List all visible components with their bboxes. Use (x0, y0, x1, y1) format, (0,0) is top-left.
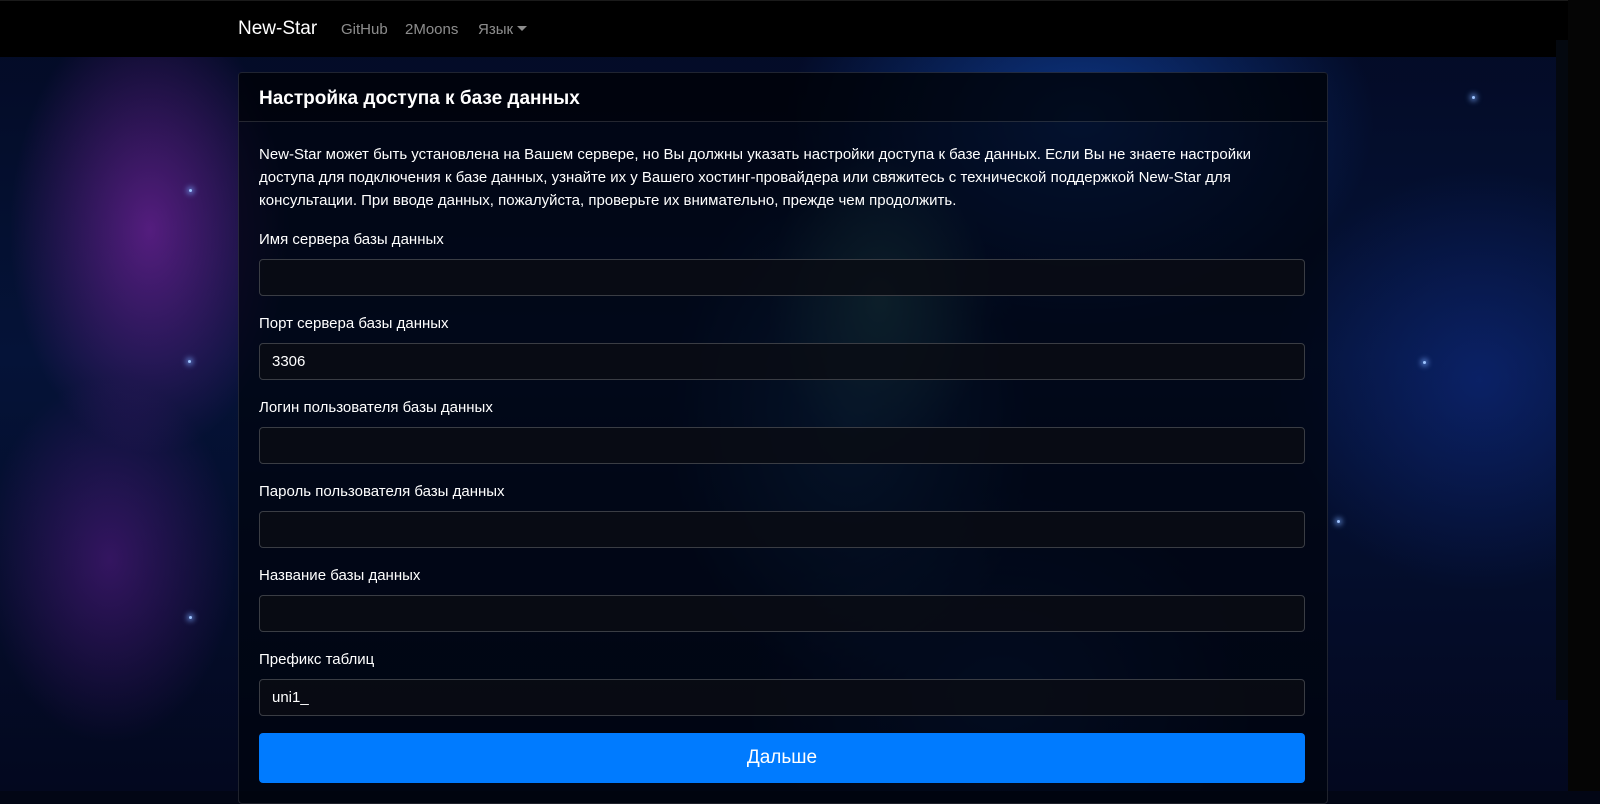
caret-down-icon (517, 26, 528, 31)
db-user-label: Логин пользователя базы данных (259, 399, 493, 416)
table-prefix-input[interactable] (259, 679, 1305, 716)
db-port-label: Порт сервера базы данных (259, 315, 449, 332)
language-dropdown[interactable]: Язык (478, 21, 528, 38)
db-password-label: Пароль пользователя базы данных (259, 483, 505, 500)
db-settings-card: Настройка доступа к базе данных New-Star… (238, 72, 1328, 804)
page-title: Настройка доступа к базе данных (259, 88, 580, 109)
table-prefix-label: Префикс таблиц (259, 651, 375, 668)
db-password-input[interactable] (259, 511, 1305, 548)
db-port-input[interactable] (259, 343, 1305, 380)
star-decoration (1337, 520, 1340, 523)
2moons-link[interactable]: 2Moons (405, 21, 458, 38)
star-decoration (1472, 96, 1475, 99)
intro-text: New-Star может быть установлена на Вашем… (259, 146, 1252, 209)
github-link[interactable]: GitHub (341, 21, 388, 38)
db-name-input[interactable] (259, 595, 1305, 632)
brand-link[interactable]: New-Star (238, 18, 317, 40)
card-header: Настройка доступа к базе данных (239, 73, 1327, 122)
db-name-label: Название базы данных (259, 567, 421, 584)
db-user-input[interactable] (259, 427, 1305, 464)
language-label: Язык (478, 21, 514, 38)
scrollbar[interactable] (1568, 0, 1600, 791)
top-navbar: New-Star GitHub 2Moons Язык (0, 0, 1568, 57)
star-decoration (1423, 361, 1426, 364)
star-decoration (189, 189, 192, 192)
db-host-input[interactable] (259, 259, 1305, 296)
star-decoration (189, 616, 192, 619)
db-host-label: Имя сервера базы данных (259, 231, 444, 248)
next-button[interactable]: Дальше (259, 733, 1305, 783)
star-decoration (188, 360, 191, 363)
scrollbar-track (1556, 40, 1568, 700)
